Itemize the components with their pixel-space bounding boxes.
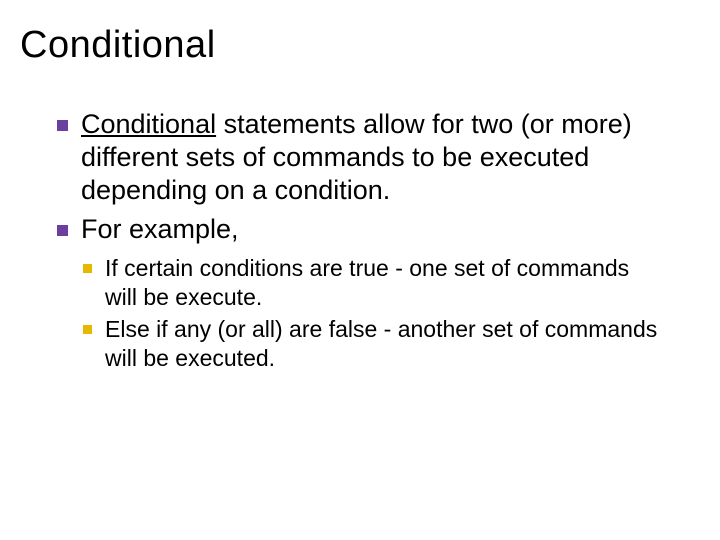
bullet-1: Conditional statements allow for two (or… bbox=[55, 108, 665, 207]
sub-bullet-2: Else if any (or all) are false - another… bbox=[81, 315, 665, 373]
slide: Conditional Conditional statements allow… bbox=[0, 0, 720, 540]
body-content: Conditional statements allow for two (or… bbox=[55, 108, 665, 377]
sub-bullets: If certain conditions are true - one set… bbox=[55, 254, 665, 373]
title-wrap: Conditional bbox=[20, 24, 680, 67]
slide-title: Conditional bbox=[20, 24, 680, 67]
sub-bullet-1: If certain conditions are true - one set… bbox=[81, 254, 665, 312]
bullet-2-text: For example, bbox=[81, 214, 239, 244]
sub-bullet-1-text: If certain conditions are true - one set… bbox=[105, 255, 629, 310]
bullet-2: For example, bbox=[55, 213, 665, 246]
title-highlight bbox=[28, 76, 668, 90]
sub-bullet-2-text: Else if any (or all) are false - another… bbox=[105, 316, 657, 371]
bullet-1-underlined: Conditional bbox=[81, 109, 216, 139]
